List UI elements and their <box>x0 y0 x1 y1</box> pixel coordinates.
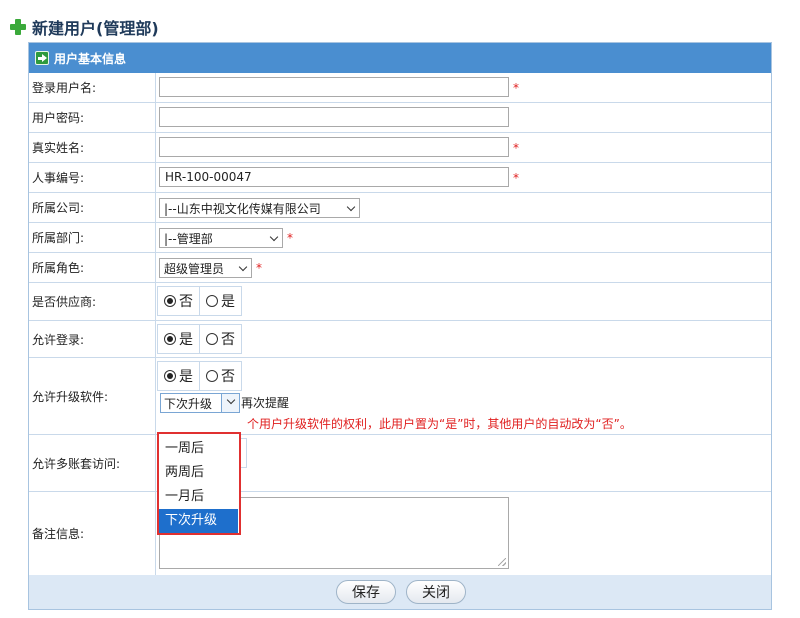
role-select[interactable]: 超级管理员 <box>159 258 252 278</box>
close-button[interactable]: 关闭 <box>406 580 466 604</box>
password-label: 用户密码: <box>29 103 156 132</box>
plus-icon <box>10 19 26 35</box>
login-name-label: 登录用户名: <box>29 73 156 102</box>
row-allow-login: 允许登录: 是 否 <box>29 321 771 358</box>
allow-login-option-yes[interactable]: 是 <box>158 325 199 353</box>
required-mark: * <box>287 231 293 245</box>
resize-handle-icon[interactable] <box>498 558 506 566</box>
multi-account-label: 允许多账套访问: <box>29 435 156 491</box>
is-supplier-radio-group: 否 是 <box>157 286 242 316</box>
row-is-supplier: 是否供应商: 否 是 <box>29 283 771 321</box>
department-select[interactable]: |--管理部 <box>159 228 283 248</box>
allow-login-label: 允许登录: <box>29 321 156 357</box>
required-mark: * <box>256 261 262 275</box>
remind-suffix: 再次提醒 <box>241 396 290 410</box>
row-role: 所属角色: 超级管理员 * <box>29 253 771 283</box>
row-hr-number: 人事编号: * <box>29 163 771 193</box>
department-label: 所属部门: <box>29 223 156 252</box>
is-supplier-option-yes[interactable]: 是 <box>199 287 241 315</box>
chevron-down-icon <box>346 202 356 212</box>
upgrade-remind-dropdown: 一周后 两周后 一月后 下次升级 <box>157 432 241 535</box>
remarks-label: 备注信息: <box>29 492 156 575</box>
arrow-right-icon <box>35 51 49 65</box>
allow-upgrade-option-yes[interactable]: 是 <box>158 362 199 390</box>
row-multi-account: 允许多账套访问: <box>29 435 771 492</box>
row-real-name: 真实姓名: * <box>29 133 771 163</box>
upgrade-remind-value: 下次升级 <box>164 396 213 411</box>
section-title: 用户基本信息 <box>54 51 127 66</box>
hr-number-label: 人事编号: <box>29 163 156 192</box>
page-title: 新建用户(管理部) <box>10 14 159 40</box>
page-title-text: 新建用户(管理部) <box>32 19 159 38</box>
real-name-input[interactable] <box>159 137 509 157</box>
user-form: 用户基本信息 登录用户名: * 用户密码: 真实姓名: * 人事编号: * 所属… <box>28 42 772 610</box>
row-login-name: 登录用户名: * <box>29 73 771 103</box>
password-input[interactable] <box>159 107 509 127</box>
dropdown-option-next-upgrade[interactable]: 下次升级 <box>159 509 238 533</box>
company-label: 所属公司: <box>29 193 156 222</box>
row-company: 所属公司: |--山东中视文化传媒有限公司 <box>29 193 771 223</box>
chevron-down-icon <box>226 395 236 405</box>
upgrade-hint: 个用户升级软件的权利，此用户置为“是”时，其他用户的自动改为“否”。 <box>247 417 632 431</box>
dropdown-option-one-week[interactable]: 一周后 <box>159 437 239 461</box>
radio-checked-icon <box>164 370 176 382</box>
row-remarks: 备注信息: <box>29 492 771 575</box>
login-name-input[interactable] <box>159 77 509 97</box>
allow-upgrade-label: 允许升级软件: <box>29 358 156 434</box>
allow-upgrade-option-no[interactable]: 否 <box>199 362 241 390</box>
row-department: 所属部门: |--管理部 * <box>29 223 771 253</box>
required-mark: * <box>513 81 519 95</box>
role-label: 所属角色: <box>29 253 156 282</box>
allow-upgrade-radio-group: 是 否 <box>157 361 242 391</box>
chevron-down-icon <box>269 232 279 242</box>
allow-login-option-no[interactable]: 否 <box>199 325 241 353</box>
radio-checked-icon <box>164 295 176 307</box>
row-allow-upgrade: 允许升级软件: 是 否 下次升级 再次提醒 个用户升级软件的权利，此用户置为“是 <box>29 358 771 435</box>
is-supplier-option-no[interactable]: 否 <box>158 287 199 315</box>
required-mark: * <box>513 141 519 155</box>
required-mark: * <box>513 171 519 185</box>
radio-checked-icon <box>164 333 176 345</box>
company-select-value: |--山东中视文化传媒有限公司 <box>164 201 321 216</box>
row-password: 用户密码: <box>29 103 771 133</box>
button-bar: 保存 关闭 <box>29 575 771 609</box>
is-supplier-label: 是否供应商: <box>29 283 156 320</box>
dropdown-button[interactable] <box>221 394 239 412</box>
chevron-down-icon <box>238 262 248 272</box>
radio-unchecked-icon <box>206 333 218 345</box>
company-select[interactable]: |--山东中视文化传媒有限公司 <box>159 198 360 218</box>
department-select-value: |--管理部 <box>164 231 213 246</box>
section-header: 用户基本信息 <box>29 43 771 73</box>
save-button[interactable]: 保存 <box>336 580 396 604</box>
radio-unchecked-icon <box>206 370 218 382</box>
dropdown-option-one-month[interactable]: 一月后 <box>159 485 239 509</box>
real-name-label: 真实姓名: <box>29 133 156 162</box>
hr-number-input[interactable] <box>159 167 509 187</box>
upgrade-remind-select[interactable]: 下次升级 <box>160 393 240 413</box>
dropdown-option-two-weeks[interactable]: 两周后 <box>159 461 239 485</box>
role-select-value: 超级管理员 <box>164 261 225 276</box>
radio-unchecked-icon <box>206 295 218 307</box>
allow-login-radio-group: 是 否 <box>157 324 242 354</box>
